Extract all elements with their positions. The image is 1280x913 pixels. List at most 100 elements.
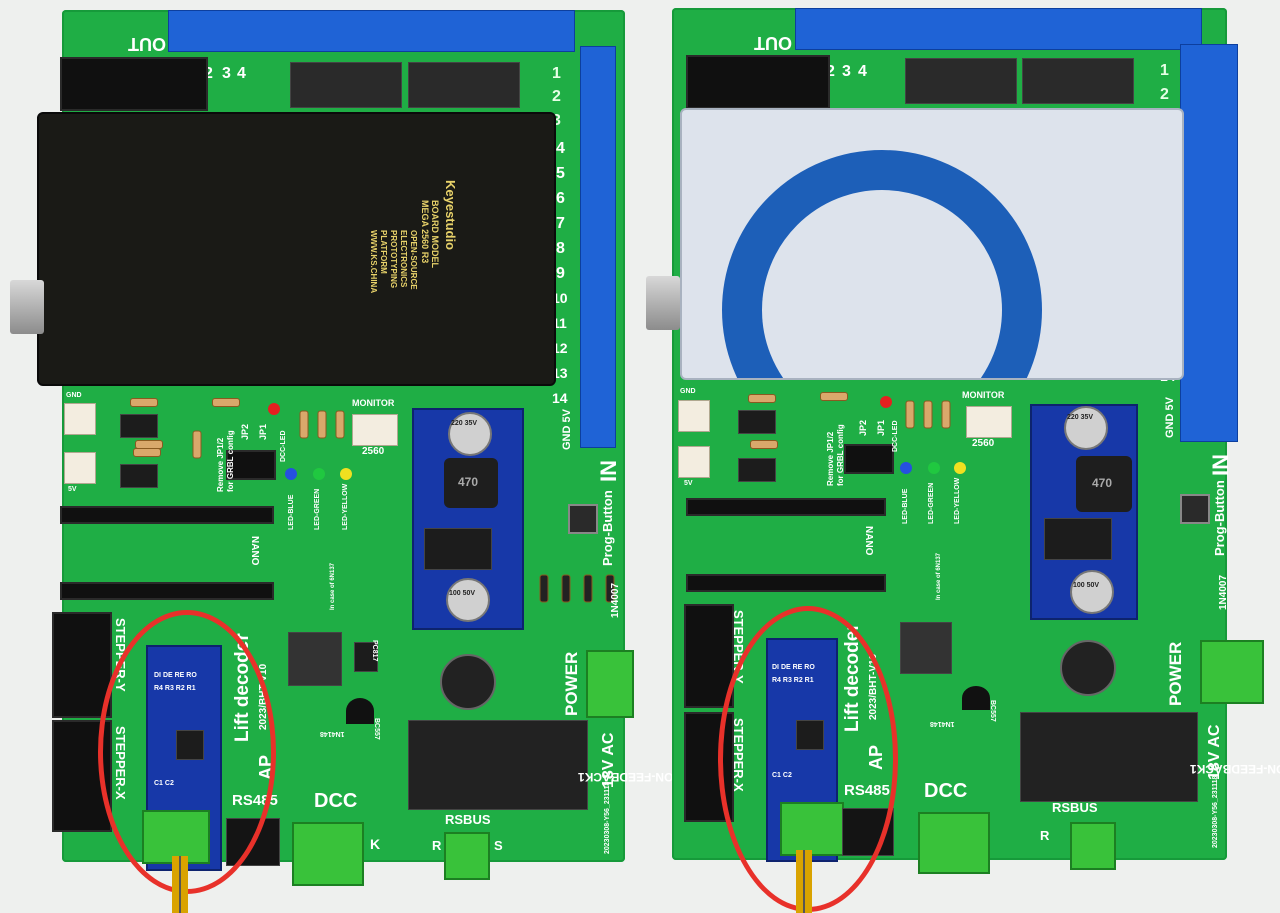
left-prog-button-label: Prog-Button [600, 490, 615, 566]
right-resistor-1 [748, 394, 776, 403]
right-jp1-label: JP1 [876, 419, 886, 436]
right-buck-cap1-label: 220 35V [1067, 414, 1094, 421]
right-gnd-5v-label: GND 5V [1164, 397, 1176, 438]
right-led-green-label: LED-GREEN [928, 482, 935, 524]
right-wires [796, 850, 812, 913]
right-buck-cap1 [1064, 406, 1108, 450]
left-gnd-connector [64, 403, 96, 435]
right-power-connector [1200, 640, 1264, 704]
left-resistor-8 [335, 410, 345, 439]
right-resistor-5 [923, 400, 933, 429]
left-out-4: 4 [237, 65, 246, 82]
right-dcc-connector [918, 812, 990, 874]
left-optocoupler-2 [120, 464, 158, 488]
right-serial-label: 20230308-Y56_231118 [1212, 775, 1219, 848]
right-in-label: IN [1208, 454, 1233, 476]
right-usb-port [646, 276, 680, 330]
right-green-led [928, 462, 940, 474]
right-rsbus-connector [1070, 822, 1116, 870]
left-r-label: R [432, 838, 442, 853]
right-nano-header-top [686, 498, 886, 516]
left-arduino-brand: Keyestudio [443, 180, 458, 251]
right-for-grbl-label: for GRBL config [836, 424, 845, 486]
left-prog-button[interactable] [568, 504, 598, 534]
right-5v-connector [678, 446, 710, 478]
right-18v-label: 18V AC [1206, 724, 1223, 780]
left-arduino-model-line1: BOARD MODEL [430, 200, 440, 268]
left-diode-1 [539, 574, 549, 603]
right-led-yellow-label: LED-YELLOW [954, 477, 961, 524]
right-rsbus-label: RSBUS [1052, 800, 1098, 815]
left-highlight-circle [98, 610, 276, 894]
left-buck-regulator [424, 528, 492, 570]
left-bc557-label: BC557 [373, 718, 380, 740]
left-arduino-text-line2: ELECTRONICS [399, 230, 408, 288]
right-monitor-connector [966, 406, 1012, 438]
left-diode-3 [583, 574, 593, 603]
left-arduino-text-line3: PROTOTYPING [389, 230, 398, 289]
left-nano-header-top [60, 506, 274, 524]
left-for-grbl-label: for GRBL config [226, 430, 235, 492]
right-nano-label: NANO [863, 526, 874, 556]
left-pin-2: 2 [552, 88, 561, 105]
left-pc817-label: PC817 [371, 640, 378, 662]
left-out-label: OUT [128, 34, 166, 54]
right-arduino-mega-board [680, 108, 1184, 380]
right-jp2-label: JP2 [858, 419, 868, 436]
right-in-case-label: In case of 6N137 [936, 552, 942, 600]
left-led-green-label: LED-GREEN [314, 488, 321, 530]
right-monitor-label: MONITOR [962, 390, 1005, 400]
left-serial-label: 20230308-Y56_231118 [604, 781, 611, 854]
left-dip-socket-1 [290, 62, 402, 108]
left-in-label: IN [596, 460, 621, 482]
left-dcc-led-label: DCC-LED [280, 430, 287, 463]
right-out-terminal-block [795, 8, 1202, 50]
left-pin-5: 5 [556, 165, 565, 182]
left-arduino-mega-board [37, 112, 556, 386]
right-resistor-3 [750, 440, 778, 449]
left-gnd-5v-label: GND 5V [561, 409, 573, 450]
right-resistor-6 [941, 400, 951, 429]
left-dcc-label: DCC [314, 790, 358, 812]
left-out-terminal-block [168, 10, 575, 52]
right-prog-button[interactable] [1180, 494, 1210, 524]
right-diode-label: 1N4007 [1218, 574, 1229, 610]
left-bc557 [346, 698, 374, 724]
right-bc557 [962, 686, 990, 710]
left-remove-jp-label: Remove JP1/2 [216, 437, 225, 492]
left-rsbus-connector [444, 832, 490, 880]
left-arduino-text-line1: OPEN-SOURCE [409, 230, 418, 290]
left-18v-label: 18V AC [600, 732, 617, 788]
right-dip8-socket [900, 622, 952, 674]
right-prog-button-label: Prog-Button [1212, 480, 1227, 556]
right-led-blue-label: LED-BLUE [902, 488, 909, 524]
right-remove-jp-label: Remove JP1/2 [826, 431, 835, 486]
left-power-label: POWER [562, 651, 581, 716]
left-monitor-label: MONITOR [352, 398, 395, 408]
right-con-feedback-label: CON-FEEDBACK1 [1190, 762, 1280, 776]
right-dcc-led-label: DCC-LED [892, 420, 899, 453]
right-out-label: OUT [754, 33, 792, 53]
left-buck-cap1 [448, 412, 492, 456]
right-elcap [1060, 640, 1116, 696]
left-usb-port [10, 280, 44, 334]
right-buck-cap2-label: 100 50V [1073, 582, 1100, 589]
left-pin-14: 14 [552, 390, 568, 406]
left-dip8-socket [288, 632, 342, 686]
right-jumper-block [844, 444, 894, 474]
left-wires [172, 856, 188, 913]
left-power-connector [586, 650, 634, 718]
left-diode-2 [561, 574, 571, 603]
right-dcc-label: DCC [924, 780, 968, 802]
left-pin-7: 7 [556, 215, 565, 232]
right-bc557-label: BC557 [989, 700, 996, 722]
left-resistor-5 [192, 430, 202, 459]
left-5v-connector [64, 452, 96, 484]
right-blue-led [900, 462, 912, 474]
left-led-blue-label: LED-BLUE [288, 494, 295, 530]
left-buck-cap1-label: 220 35V [451, 420, 478, 427]
right-red-led [880, 396, 892, 408]
right-1n4148-label: 1N4148 [930, 720, 955, 727]
left-red-led [268, 403, 280, 415]
left-k-label: K [370, 836, 381, 852]
